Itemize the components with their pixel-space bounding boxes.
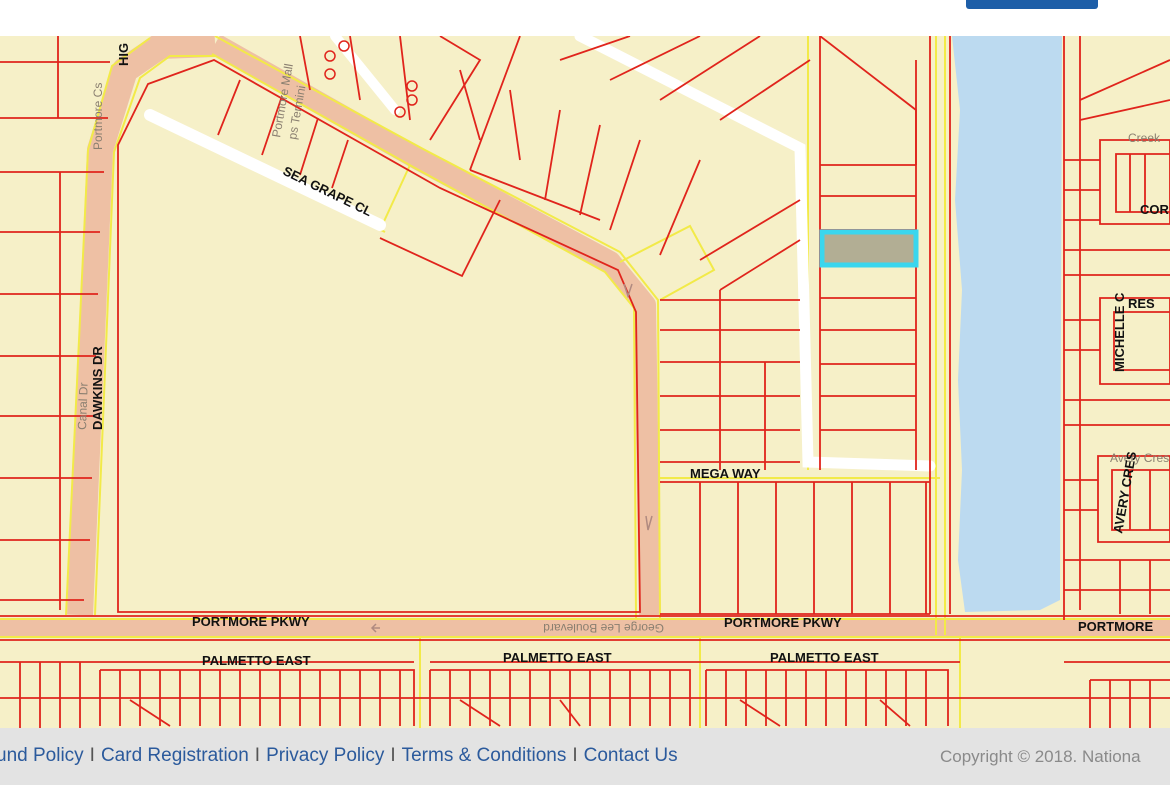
footer-separator: I [89, 745, 95, 766]
label-palmetto-east-1: PALMETTO EAST [202, 653, 311, 668]
footer-link-card-registration[interactable]: Card Registration [101, 745, 249, 766]
label-higdon: HIG [116, 43, 131, 66]
copyright-text: Copyright © 2018. Nationa [940, 747, 1141, 766]
header-bar [0, 0, 1170, 36]
footer-separator: I [572, 745, 578, 766]
label-portmore-pkwy-west: PORTMORE PKWY [192, 614, 310, 629]
label-canal-dr: Canal Dr [75, 382, 91, 430]
water-channel [952, 36, 1062, 612]
label-portmore-pkwy-east: PORTMORE [1078, 619, 1153, 634]
footer-separator: I [390, 745, 396, 766]
footer-link-privacy-policy[interactable]: Privacy Policy [266, 745, 384, 766]
header-action-button[interactable] [966, 0, 1098, 9]
label-corr: COR [1140, 202, 1170, 217]
footer-link-refund-policy[interactable]: und Policy [0, 745, 84, 766]
label-michelle-c: MICHELLE C [1112, 292, 1127, 372]
footer-link-terms-conditions[interactable]: Terms & Conditions [402, 745, 567, 766]
label-george-lee-blvd: George Lee Boulevard [543, 621, 664, 635]
footer-link-contact-us[interactable]: Contact Us [584, 745, 678, 766]
label-dawkins-dr: DAWKINS DR [90, 346, 105, 430]
label-palmetto-east-2: PALMETTO EAST [503, 650, 612, 665]
label-portmore-cs: Portmore Cs [91, 83, 105, 150]
label-creek: Creek [1128, 131, 1161, 145]
footer-links: und Policy I Card Registration I Privacy Pol… [0, 745, 678, 767]
label-avery-faint: Avery Cresce [1110, 451, 1170, 465]
parcel-map[interactable]: HIG Portmore Cs Canal Dr DAWKINS DR Port… [0, 36, 1170, 728]
selected-parcel[interactable] [819, 229, 919, 268]
footer: und Policy I Card Registration I Privacy Pol… [0, 728, 1170, 785]
label-mega-way: MEGA WAY [690, 466, 761, 481]
label-portmore-pkwy-center: PORTMORE PKWY [724, 615, 842, 630]
label-res: RES [1128, 296, 1155, 311]
label-palmetto-east-3: PALMETTO EAST [770, 650, 879, 665]
footer-separator: I [254, 745, 261, 766]
